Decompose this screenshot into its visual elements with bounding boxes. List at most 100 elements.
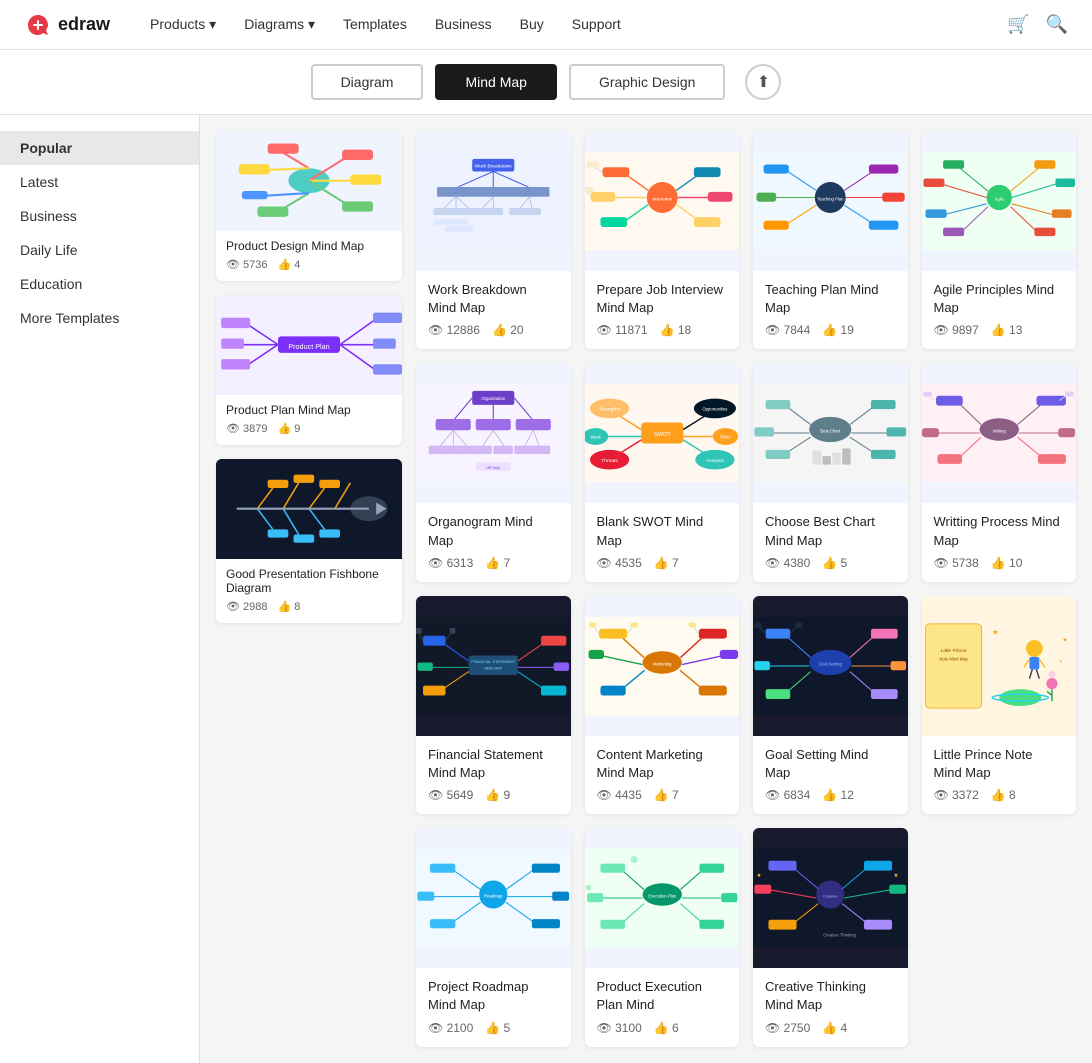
card-agile-principles[interactable]: Agile — [922, 131, 1077, 349]
svg-text:Product Plan: Product Plan — [288, 342, 329, 351]
card-body: Financial Statement Mind Map 👁 5649 👍 9 — [416, 736, 571, 814]
nav-diagrams[interactable]: Diagrams ▾ — [244, 16, 315, 33]
svg-text:MIND MAP: MIND MAP — [485, 666, 503, 670]
svg-text:Work Breakdown: Work Breakdown — [475, 163, 513, 169]
nav-products[interactable]: Products ▾ — [150, 16, 216, 33]
likes: 👍 4 — [822, 1021, 847, 1035]
views: 👁 6834 — [765, 788, 810, 802]
navbar: edraw Products ▾ Diagrams ▾ Templates Bu… — [0, 0, 1092, 50]
card-thumb: Roadmap — [416, 828, 571, 968]
card-content-marketing[interactable]: Marketing — [585, 596, 740, 814]
svg-text:Little Prince: Little Prince — [940, 648, 966, 654]
card-best-chart[interactable]: Best Chart — [753, 363, 908, 581]
card-title: Creative Thinking Mind Map — [765, 978, 896, 1014]
card-views: 👁 2988 — [226, 600, 268, 613]
card-body: Organogram Mind Map 👁 6313 👍 7 — [416, 503, 571, 581]
card-fishbone[interactable]: Good Presentation Fishbone Diagram 👁 298… — [216, 459, 402, 623]
card-title: Product Plan Mind Map — [226, 403, 392, 417]
svg-text:Marketing: Marketing — [653, 661, 672, 666]
card-meta: 👁 4380 👍 5 — [765, 556, 896, 570]
card-meta: 👁 5649 👍 9 — [428, 788, 559, 802]
card-body: Teaching Plan Mind Map 👁 7844 👍 19 — [753, 271, 908, 349]
card-title: Agile Principles Mind Map — [934, 281, 1065, 317]
card-meta: 👁 12886 👍 20 — [428, 323, 559, 337]
main: Popular Latest Business Daily Life Educa… — [0, 115, 1092, 1063]
card-job-interview[interactable]: Interview — [585, 131, 740, 349]
card-title: Organogram Mind Map — [428, 513, 559, 549]
card-meta: 👁 5736 👍 4 — [226, 258, 392, 271]
card-title: Little Prince Note Mind Map — [934, 746, 1065, 782]
svg-text:★: ★ — [757, 872, 762, 879]
likes: 👍 10 — [991, 556, 1023, 570]
card-work-breakdown[interactable]: Work Breakdown — [416, 131, 571, 349]
nav-business[interactable]: Business — [435, 16, 492, 33]
card-organogram[interactable]: Organization — [416, 363, 571, 581]
card-creative-thinking[interactable]: Creative — [753, 828, 908, 1046]
card-thumb: Marketing — [585, 596, 740, 736]
sidebar-item-more-templates[interactable]: More Templates — [0, 301, 199, 335]
sidebar-item-latest[interactable]: Latest — [0, 165, 199, 199]
card-title: Work Breakdown Mind Map — [428, 281, 559, 317]
views: 👁 3372 — [934, 788, 979, 802]
views: 👁 7844 — [765, 323, 810, 337]
card-meta: 👁 5738 👍 10 — [934, 556, 1065, 570]
card-thumb: Little Prince Note Mind Map — [922, 596, 1077, 736]
card-body: Little Prince Note Mind Map 👁 3372 👍 8 — [922, 736, 1077, 814]
nav-templates[interactable]: Templates — [343, 16, 407, 33]
nav-support[interactable]: Support — [572, 16, 621, 33]
card-project-roadmap[interactable]: Roadmap — [416, 828, 571, 1046]
upload-button[interactable]: ⬆ — [745, 64, 781, 100]
views: 👁 3100 — [597, 1021, 642, 1035]
svg-text:Creative: Creative — [823, 894, 837, 898]
card-product-execution[interactable]: Execution Plan — [585, 828, 740, 1046]
card-little-prince[interactable]: Little Prince Note Mind Map — [922, 596, 1077, 814]
card-meta: 👁 11871 👍 18 — [597, 323, 728, 337]
views: 👁 2100 — [428, 1021, 473, 1035]
search-icon[interactable]: 🔍 — [1046, 14, 1068, 35]
card-body: Project Roadmap Mind Map 👁 2100 👍 5 — [416, 968, 571, 1046]
card-meta: 👁 2988 👍 8 — [226, 600, 392, 613]
views: 👁 6313 — [428, 556, 473, 570]
views: 👁 11871 — [597, 323, 648, 337]
card-meta: 👁 4535 👍 7 — [597, 556, 728, 570]
nav-buy[interactable]: Buy — [520, 16, 544, 33]
sidebar-item-business[interactable]: Business — [0, 199, 199, 233]
tab-diagram[interactable]: Diagram — [311, 64, 424, 100]
card-meta: 👁 3879 👍 9 — [226, 422, 392, 435]
card-title: Choose Best Chart Mind Map — [765, 513, 896, 549]
card-thumb: Organization — [416, 363, 571, 503]
cart-icon[interactable]: 🛒 — [1007, 14, 1029, 35]
sidebar-item-popular[interactable]: Popular — [0, 131, 199, 165]
toolbar: Diagram Mind Map Graphic Design ⬆ — [0, 50, 1092, 115]
tab-mindmap[interactable]: Mind Map — [435, 64, 556, 100]
card-meta: 👁 2100 👍 5 — [428, 1021, 559, 1035]
likes: 👍 19 — [822, 323, 854, 337]
card-body: Agile Principles Mind Map 👁 9897 👍 13 — [922, 271, 1077, 349]
card-thumb: FINANCIAL STATEMENT MIND MAP — [416, 596, 571, 736]
card-product-design[interactable]: Product Design Mind Map 👁 5736 👍 4 — [216, 131, 402, 281]
logo[interactable]: edraw — [24, 11, 110, 39]
card-teaching-plan[interactable]: Teaching Plan — [753, 131, 908, 349]
card-thumb: Writing — [922, 363, 1077, 503]
card-writing-process[interactable]: Writing — [922, 363, 1077, 581]
card-body: Product Execution Plan Mind 👁 3100 👍 6 — [585, 968, 740, 1046]
card-meta: 👁 9897 👍 13 — [934, 323, 1065, 337]
card-swot[interactable]: SWOT Strengths Weak — [585, 363, 740, 581]
card-title: Goal Setting Mind Map — [765, 746, 896, 782]
card-thumb: Best Chart — [753, 363, 908, 503]
likes: 👍 5 — [822, 556, 847, 570]
sidebar-item-education[interactable]: Education — [0, 267, 199, 301]
views: 👁 4380 — [765, 556, 810, 570]
card-thumb: Product Plan — [216, 295, 402, 395]
svg-text:Organization: Organization — [481, 396, 505, 401]
card-financial-statement[interactable]: FINANCIAL STATEMENT MIND MAP — [416, 596, 571, 814]
card-thumb — [216, 459, 402, 559]
likes: 👍 12 — [822, 788, 854, 802]
sidebar-item-daily-life[interactable]: Daily Life — [0, 233, 199, 267]
tab-graphic-design[interactable]: Graphic Design — [569, 64, 726, 100]
card-goal-setting[interactable]: Goal Setting — [753, 596, 908, 814]
card-title: Good Presentation Fishbone Diagram — [226, 567, 392, 595]
svg-text:★: ★ — [1058, 658, 1062, 663]
card-thumb: Teaching Plan — [753, 131, 908, 271]
card-product-plan[interactable]: Product Plan — [216, 295, 402, 445]
